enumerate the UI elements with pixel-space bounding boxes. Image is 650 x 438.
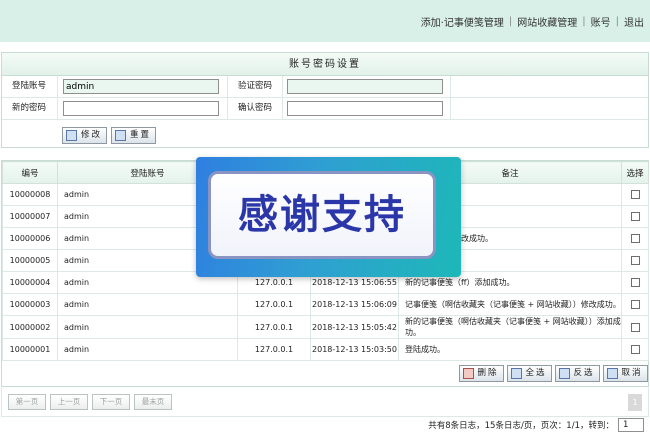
- row-id: 10000005: [2, 249, 58, 272]
- last-page-button[interactable]: 最末页: [134, 394, 172, 410]
- new-password-input[interactable]: [63, 101, 219, 116]
- nav-account[interactable]: 账号: [591, 14, 611, 29]
- current-page-indicator[interactable]: 1: [628, 394, 642, 411]
- prev-page-button[interactable]: 上一页: [50, 394, 88, 410]
- confirm-password-cell: [283, 98, 451, 119]
- top-nav: 添加·记事便笺管理 | 网站收藏管理 | 账号 | 退出: [421, 14, 644, 29]
- new-password-label: 新的密码: [2, 98, 58, 119]
- row-select-cell: [621, 183, 649, 206]
- reset-icon: [115, 130, 126, 141]
- login-account-input[interactable]: [63, 79, 219, 94]
- thanks-banner-text: 感谢支持: [238, 192, 406, 238]
- row-select-cell: [621, 227, 649, 250]
- table-row: 10000002 admin 127.0.0.1 2018-12-13 15:0…: [2, 315, 649, 339]
- select-all-button[interactable]: 全选: [506, 365, 552, 382]
- row-checkbox[interactable]: [630, 212, 640, 221]
- reset-button-label: 重置: [130, 130, 152, 140]
- invert-selection-icon: [558, 368, 570, 379]
- table-actions-row: 删除 全选 反选 取消: [2, 360, 649, 386]
- row-time: 2018-12-13 15:03:50: [310, 338, 399, 361]
- cancel-button[interactable]: 取消: [602, 365, 648, 382]
- reset-button[interactable]: 重置: [111, 127, 157, 144]
- table-row: 10000001 admin 127.0.0.1 2018-12-13 15:0…: [2, 338, 649, 361]
- row-id: 10000004: [2, 271, 58, 294]
- row-select-cell: [621, 338, 649, 361]
- row-note: 新的记事便笺（啊估收藏夹（记事便笺 + 网站收藏））添加成功。: [398, 315, 622, 339]
- thanks-banner: 感谢支持: [196, 157, 461, 277]
- col-id-header: 编号: [2, 161, 58, 184]
- row-account: admin: [57, 338, 238, 361]
- row-id: 10000008: [2, 183, 58, 206]
- form-row-2: 新的密码 确认密码: [2, 98, 648, 120]
- modify-button[interactable]: 修改: [62, 127, 108, 144]
- verify-password-input[interactable]: [287, 79, 443, 94]
- form-row-1: 登陆账号 验证密码: [2, 76, 648, 98]
- row-time: 2018-12-13 15:06:09: [310, 293, 399, 316]
- row-select-cell: [621, 205, 649, 228]
- modify-button-label: 修改: [81, 130, 103, 140]
- login-account-label: 登陆账号: [2, 76, 58, 97]
- invert-selection-button[interactable]: 反选: [554, 365, 600, 382]
- row-id: 10000006: [2, 227, 58, 250]
- row-note: 登陆成功。: [398, 338, 622, 361]
- row-id: 10000002: [2, 315, 58, 339]
- row-id: 10000001: [2, 338, 58, 361]
- pagination-status-text: 共有8条日志，15条日志/页，页次：1/1，转到：: [428, 421, 614, 431]
- select-all-icon: [510, 368, 522, 379]
- invert-selection-button-label: 反选: [573, 368, 595, 378]
- row-select-cell: [621, 315, 649, 339]
- row-id: 10000007: [2, 205, 58, 228]
- row-ip: 127.0.0.1: [237, 293, 311, 316]
- row-ip: 127.0.0.1: [237, 315, 311, 339]
- verify-password-cell: [283, 76, 451, 97]
- nav-separator: |: [508, 16, 513, 27]
- nav-separator: |: [582, 16, 586, 27]
- delete-icon: [462, 368, 474, 379]
- cancel-icon: [606, 368, 618, 379]
- row-checkbox[interactable]: [630, 190, 640, 199]
- row-ip: 127.0.0.1: [237, 338, 311, 361]
- new-password-cell: [58, 98, 228, 119]
- row-account: admin: [57, 293, 238, 316]
- login-account-cell: [58, 76, 228, 97]
- thanks-banner-card: 感谢支持: [208, 171, 436, 259]
- account-settings-panel: 账号密码设置 登陆账号 验证密码 新的密码 确认密码 修改 重置: [1, 52, 649, 148]
- row-time: 2018-12-13 15:05:42: [310, 315, 399, 339]
- edit-icon: [66, 130, 77, 141]
- row-checkbox[interactable]: [630, 278, 640, 287]
- confirm-password-label: 确认密码: [228, 98, 283, 119]
- panel-title: 账号密码设置: [2, 53, 648, 76]
- row-checkbox[interactable]: [630, 256, 640, 265]
- delete-button[interactable]: 删除: [458, 365, 504, 382]
- nav-bookmarks-manage[interactable]: 网站收藏管理: [517, 14, 577, 29]
- row-select-cell: [621, 249, 649, 272]
- nav-notes-manage[interactable]: 添加·记事便笺管理: [421, 14, 504, 29]
- row-id: 10000003: [2, 293, 58, 316]
- select-all-button-label: 全选: [525, 368, 547, 378]
- table-row: 10000003 admin 127.0.0.1 2018-12-13 15:0…: [2, 293, 649, 316]
- nav-separator: |: [615, 16, 619, 27]
- goto-page-input[interactable]: 1: [618, 418, 644, 432]
- verify-password-label: 验证密码: [228, 76, 283, 97]
- row-checkbox[interactable]: [630, 234, 640, 243]
- row-select-cell: [621, 293, 649, 316]
- table-actions-cell: 删除 全选 反选 取消: [2, 360, 649, 386]
- first-page-button[interactable]: 第一页: [8, 394, 46, 410]
- next-page-button[interactable]: 下一页: [92, 394, 130, 410]
- row-checkbox[interactable]: [630, 322, 640, 332]
- row-note: 记事便笺（啊估收藏夹（记事便笺 + 网站收藏））修改成功。: [398, 293, 622, 316]
- row-account: admin: [57, 315, 238, 339]
- row-checkbox[interactable]: [630, 345, 640, 354]
- row-checkbox[interactable]: [630, 300, 640, 309]
- delete-button-label: 删除: [477, 368, 499, 378]
- pagination-bar: 第一页 上一页 下一页 最末页 1: [1, 388, 649, 417]
- nav-logout[interactable]: 退出: [624, 14, 644, 29]
- pagination-status: 共有8条日志，15条日志/页，页次：1/1，转到： 1: [428, 418, 644, 432]
- col-select-header: 选择: [621, 161, 649, 184]
- confirm-password-input[interactable]: [287, 101, 443, 116]
- cancel-button-label: 取消: [621, 368, 643, 378]
- top-bar: 添加·记事便笺管理 | 网站收藏管理 | 账号 | 退出: [0, 0, 650, 42]
- row-select-cell: [621, 271, 649, 294]
